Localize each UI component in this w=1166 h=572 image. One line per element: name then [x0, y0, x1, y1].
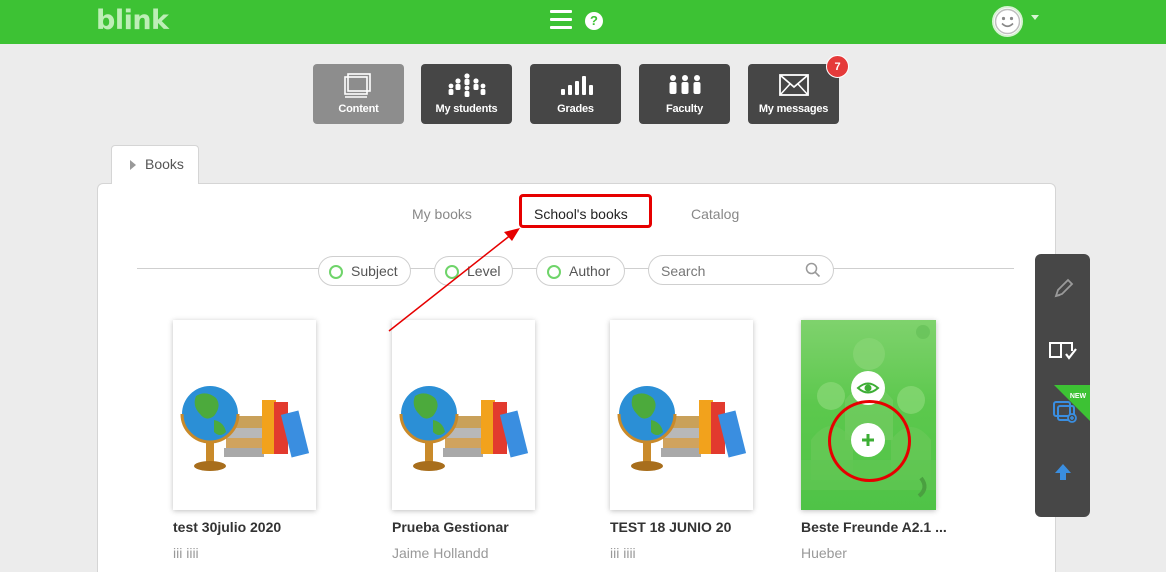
book-author: Hueber: [801, 545, 847, 561]
book-check-tool-button[interactable]: [1035, 337, 1090, 377]
help-icon[interactable]: ?: [585, 12, 603, 30]
nav-students-label: My students: [435, 103, 498, 115]
new-ribbon-label: NEW: [1070, 393, 1087, 400]
book-cover[interactable]: [173, 320, 316, 510]
user-avatar[interactable]: [992, 6, 1023, 37]
search-input[interactable]: [661, 261, 801, 281]
globe-books-icon: [180, 386, 310, 471]
highlight-circle: [828, 400, 911, 482]
book-title[interactable]: Prueba Gestionar: [392, 519, 509, 535]
nav-grades-label: Grades: [557, 103, 594, 115]
books-tab[interactable]: Books: [111, 145, 199, 184]
nav-content-label: Content: [338, 103, 379, 115]
book-title[interactable]: TEST 18 JUNIO 20: [610, 519, 731, 535]
subject-filter-label: Subject: [351, 263, 398, 279]
book-author: Jaime Hollandd: [392, 545, 489, 561]
highlight-box: [519, 194, 652, 228]
subject-filter[interactable]: Subject: [318, 256, 411, 286]
level-filter[interactable]: Level: [434, 256, 513, 286]
content-icon: [343, 73, 371, 98]
nav-messages-label: My messages: [758, 103, 829, 115]
faculty-icon: [669, 75, 700, 94]
book-author: iii iiii: [173, 545, 199, 561]
book-cover[interactable]: [392, 320, 535, 510]
smiley-avatar-icon: [994, 8, 1021, 35]
tab-my-books[interactable]: My books: [412, 206, 472, 222]
globe-books-icon: [399, 386, 529, 471]
nav-messages-button[interactable]: My messages: [748, 64, 839, 124]
arrow-up-icon: [1054, 464, 1071, 480]
search-icon[interactable]: [805, 262, 821, 278]
search-box[interactable]: [648, 255, 834, 285]
chevron-down-icon[interactable]: [1031, 15, 1039, 20]
books-tab-label: Books: [145, 156, 184, 172]
tab-catalog[interactable]: Catalog: [691, 206, 739, 222]
author-filter[interactable]: Author: [536, 256, 625, 286]
book-check-icon: [1048, 342, 1077, 360]
book-title[interactable]: test 30julio 2020: [173, 519, 281, 535]
bar-chart-icon: [560, 76, 593, 95]
book-cover[interactable]: [610, 320, 753, 510]
envelope-icon: [778, 74, 809, 96]
triangle-right-icon: [130, 160, 136, 170]
top-bar: blink ?: [0, 0, 1166, 44]
radio-circle-icon: [329, 265, 343, 279]
students-icon: [448, 73, 485, 97]
book-author: iii iiii: [610, 545, 636, 561]
nav-faculty-button[interactable]: Faculty: [639, 64, 730, 124]
pencil-icon: [1054, 278, 1073, 298]
nav-grades-button[interactable]: Grades: [530, 64, 621, 124]
author-filter-label: Author: [569, 263, 611, 279]
new-ribbon-icon: NEW: [1054, 385, 1090, 421]
book-title[interactable]: Beste Freunde A2.1 ...: [801, 519, 947, 535]
pencil-tool-button[interactable]: [1035, 276, 1090, 316]
nav-students-button[interactable]: My students: [421, 64, 512, 124]
globe-books-icon: [617, 386, 747, 471]
messages-count-badge: 7: [826, 55, 849, 78]
nav-faculty-label: Faculty: [665, 103, 704, 115]
scroll-top-button[interactable]: [1035, 460, 1090, 500]
radio-circle-icon: [547, 265, 561, 279]
radio-circle-icon: [445, 265, 459, 279]
nav-content-button[interactable]: Content: [313, 64, 404, 124]
hamburger-icon[interactable]: [550, 10, 572, 30]
level-filter-label: Level: [467, 263, 501, 279]
blink-logo[interactable]: blink: [96, 5, 169, 36]
